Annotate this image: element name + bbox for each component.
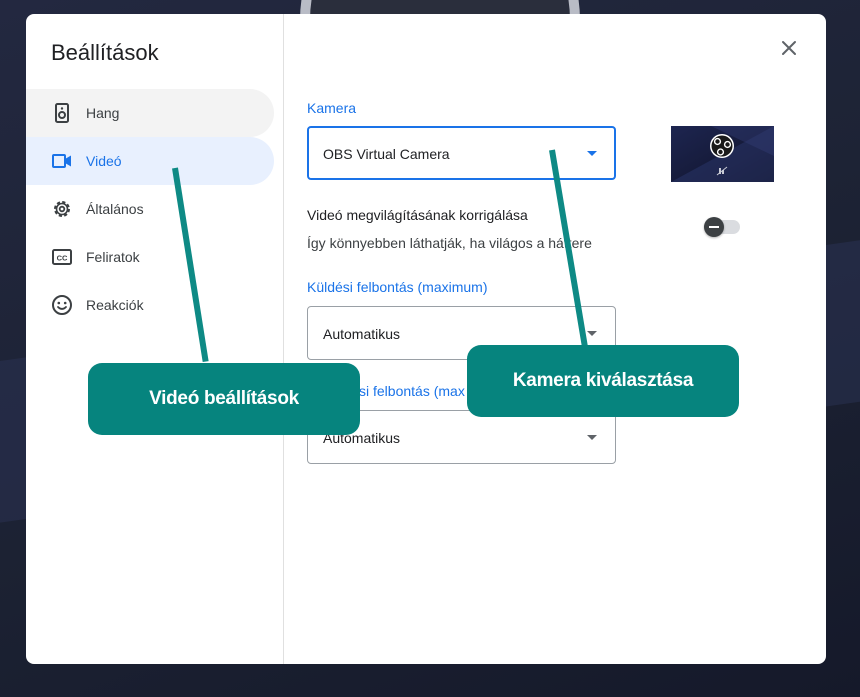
sidebar-item-reakciok[interactable]: Reakciók	[26, 281, 274, 329]
sidebar-item-hang[interactable]: Hang	[26, 89, 274, 137]
sidebar-item-label: Reakciók	[86, 297, 144, 313]
sidebar-item-label: Hang	[86, 105, 120, 121]
svg-text:CC: CC	[57, 254, 68, 263]
receive-resolution-label: si felbontás (max	[359, 383, 465, 399]
camera-select[interactable]: OBS Virtual Camera	[307, 126, 616, 180]
obs-logo-icon	[710, 134, 734, 158]
callout-video-settings: Videó beállítások	[88, 363, 360, 435]
camera-label: Kamera	[307, 100, 357, 116]
dialog-title: Beállítások	[51, 40, 159, 65]
dropdown-arrow-icon	[587, 331, 597, 336]
sidebar-item-label: Feliratok	[86, 249, 140, 265]
camera-select-value: OBS Virtual Camera	[323, 146, 450, 162]
settings-nav: Hang Videó Általános CC Feliratok Reakci…	[26, 89, 274, 329]
closed-captions-icon: CC	[50, 245, 74, 269]
lighting-title: Videó megvilágításának korrigálása	[307, 207, 528, 223]
close-icon	[782, 41, 796, 55]
smiley-icon	[50, 293, 74, 317]
sidebar-item-altalanos[interactable]: Általános	[26, 185, 274, 233]
gear-icon	[50, 197, 74, 221]
camera-preview	[671, 126, 774, 182]
sidebar-item-label: Általános	[86, 201, 144, 217]
settings-sidebar: Beállítások Hang Videó Általános CC Feli…	[26, 14, 284, 664]
sidebar-item-feliratok[interactable]: CC Feliratok	[26, 233, 274, 281]
callout-label: Videó beállítások	[149, 388, 299, 409]
close-button[interactable]	[777, 36, 801, 60]
lighting-description: Így könnyebben láthatják, ha világos a h…	[307, 235, 592, 251]
sidebar-item-label: Videó	[86, 153, 122, 169]
dropdown-arrow-icon	[587, 151, 597, 156]
callout-label: Kamera kiválasztása	[512, 370, 694, 391]
videocam-icon	[50, 149, 74, 173]
lighting-toggle[interactable]	[704, 217, 740, 237]
dropdown-arrow-icon	[587, 435, 597, 440]
send-resolution-value: Automatikus	[323, 326, 401, 342]
send-resolution-label: Küldési felbontás (maximum)	[307, 279, 488, 295]
speaker-icon	[50, 101, 74, 125]
toggle-knob	[704, 217, 724, 237]
settings-dialog: Beállítások Hang Videó Általános CC Feli…	[26, 14, 826, 664]
callout-camera-select: Kamera kiválasztása	[467, 345, 739, 417]
sidebar-item-video[interactable]: Videó	[26, 137, 274, 185]
